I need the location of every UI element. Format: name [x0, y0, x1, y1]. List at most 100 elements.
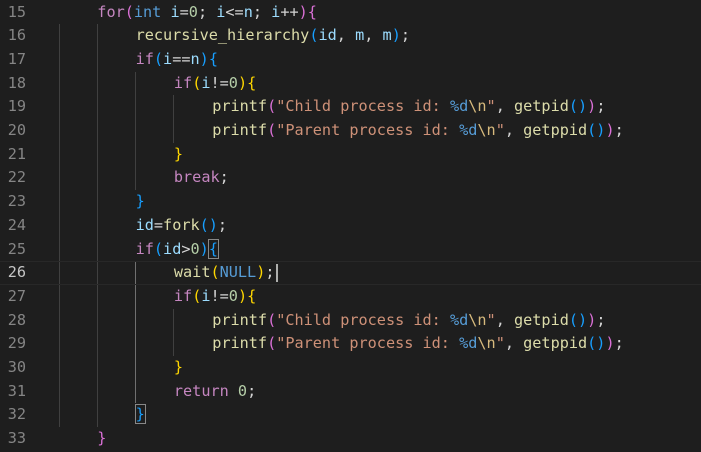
code-token: ; [596, 310, 606, 329]
code-token: i [201, 286, 211, 305]
code-token: ( [192, 286, 202, 305]
code-text: printf("Child process id: %d\n", getpid(… [212, 95, 605, 119]
line-number: 19 [7, 97, 26, 116]
code-token: () [587, 121, 606, 139]
line-number: 24 [7, 215, 26, 234]
code-line[interactable]: 28 printf("Child process id: %d\n", getpi… [0, 309, 701, 333]
code-token: { [207, 238, 219, 259]
code-text: for(int i=0; i<=n; i++){ [97, 1, 317, 25]
line-number: 15 [7, 2, 26, 21]
code-line[interactable]: 15 for(int i=0; i<=n; i++){ [0, 1, 701, 25]
code-token: ) [605, 121, 615, 139]
code-token: i [170, 2, 180, 21]
code-token: ; [265, 263, 275, 282]
code-line[interactable]: 22 break; [0, 166, 701, 190]
code-token: } [134, 404, 146, 425]
code-text: if(i!=0){ [174, 72, 256, 96]
code-line[interactable]: 21} [0, 143, 701, 167]
code-token: ; [400, 26, 410, 45]
code-token: ( [153, 49, 164, 68]
code-token: <= [225, 2, 244, 21]
code-line[interactable]: 27 if(i!=0){ [0, 285, 701, 309]
code-token: id [135, 215, 154, 234]
code-token: ) [237, 286, 248, 305]
code-text: printf("Parent process id: %d\n", getppi… [212, 119, 624, 143]
line-number: 21 [7, 144, 26, 163]
code-line[interactable]: 30} [0, 356, 701, 380]
code-token: { [307, 2, 317, 21]
code-token: id [163, 239, 182, 258]
code-line[interactable]: 33} [0, 427, 701, 451]
line-number: 16 [7, 26, 26, 45]
code-line[interactable]: 23} [0, 190, 701, 214]
code-token: 0 [228, 73, 238, 92]
code-token: ) [587, 97, 597, 116]
code-token: printf [212, 97, 268, 116]
code-line[interactable]: 19 printf("Child process id: %d\n", getpi… [0, 95, 701, 119]
code-token: " [495, 334, 505, 353]
code-token: \n [477, 121, 496, 139]
code-token: ; [219, 168, 229, 187]
code-token: = [153, 215, 164, 234]
line-number: 27 [7, 286, 26, 305]
code-line[interactable]: 17 if(i==n){ [0, 48, 701, 72]
code-token: return [173, 381, 229, 400]
code-line[interactable]: 24 id=fork(); [0, 214, 701, 238]
code-token: if [135, 49, 154, 68]
code-token: ( [124, 2, 134, 21]
code-token: ) [237, 73, 248, 92]
code-line[interactable]: 32} [0, 403, 701, 427]
code-token: ; [217, 215, 228, 234]
code-token: recursive_hierarchy [135, 26, 310, 45]
code-token: ; [614, 334, 624, 353]
code-token: " [495, 121, 505, 139]
code-token: printf [212, 121, 268, 139]
code-token: } [135, 192, 145, 211]
code-line[interactable]: 31 return 0; [0, 380, 701, 404]
code-line[interactable]: 25 if(id>0){ [0, 238, 701, 262]
code-token: = [179, 2, 189, 21]
text-cursor [275, 264, 278, 283]
code-text: id=fork(); [136, 214, 227, 238]
code-token: getppid [523, 121, 588, 139]
line-number: 23 [7, 192, 26, 211]
code-token: int [133, 2, 162, 21]
code-text: if(id>0){ [135, 238, 219, 262]
code-editor[interactable]: 15 for(int i=0; i<=n; i++){16 recursive_hi… [0, 0, 701, 452]
code-text: } [97, 427, 106, 451]
code-token: break [173, 168, 220, 187]
code-token: i [201, 73, 211, 92]
line-number: 25 [7, 239, 26, 258]
code-token: "Child process id: [276, 97, 450, 116]
code-line[interactable]: 16 recursive_hierarchy(id, m, m); [0, 24, 701, 48]
code-token: %d [459, 334, 478, 353]
code-line[interactable]: 29 printf("Parent process id: %d\n", getp… [0, 332, 701, 356]
code-token: { [247, 286, 257, 305]
code-token: ( [267, 310, 277, 329]
code-token: ) [256, 263, 266, 282]
code-token: , [495, 97, 514, 116]
code-line[interactable]: 20 printf("Parent process id: %d\n", getp… [0, 119, 701, 143]
code-token: if [135, 239, 154, 258]
code-token: n [190, 49, 200, 68]
code-token: ) [391, 26, 401, 45]
code-token: , [495, 310, 514, 329]
code-token: id [318, 26, 337, 45]
code-token: 0 [237, 381, 248, 400]
code-token: "Parent process id: [276, 121, 460, 139]
code-text: } [136, 190, 145, 214]
line-number: 31 [7, 381, 26, 400]
line-number: 22 [7, 168, 26, 187]
code-text: printf("Parent process id: %d\n", getppi… [212, 332, 624, 356]
code-line[interactable]: 18 if(i!=0){ [0, 72, 701, 96]
code-token: 0 [190, 239, 200, 258]
line-number: 28 [7, 310, 26, 329]
code-token: getpid [514, 310, 569, 329]
code-line[interactable]: 26 wait(NULL); [0, 261, 701, 285]
code-token: ( [210, 263, 220, 282]
code-token: ( [153, 239, 164, 258]
code-token: %d [449, 97, 469, 116]
code-text: printf("Child process id: %d\n", getpid(… [212, 309, 605, 333]
code-text: recursive_hierarchy(id, m, m); [136, 24, 410, 48]
